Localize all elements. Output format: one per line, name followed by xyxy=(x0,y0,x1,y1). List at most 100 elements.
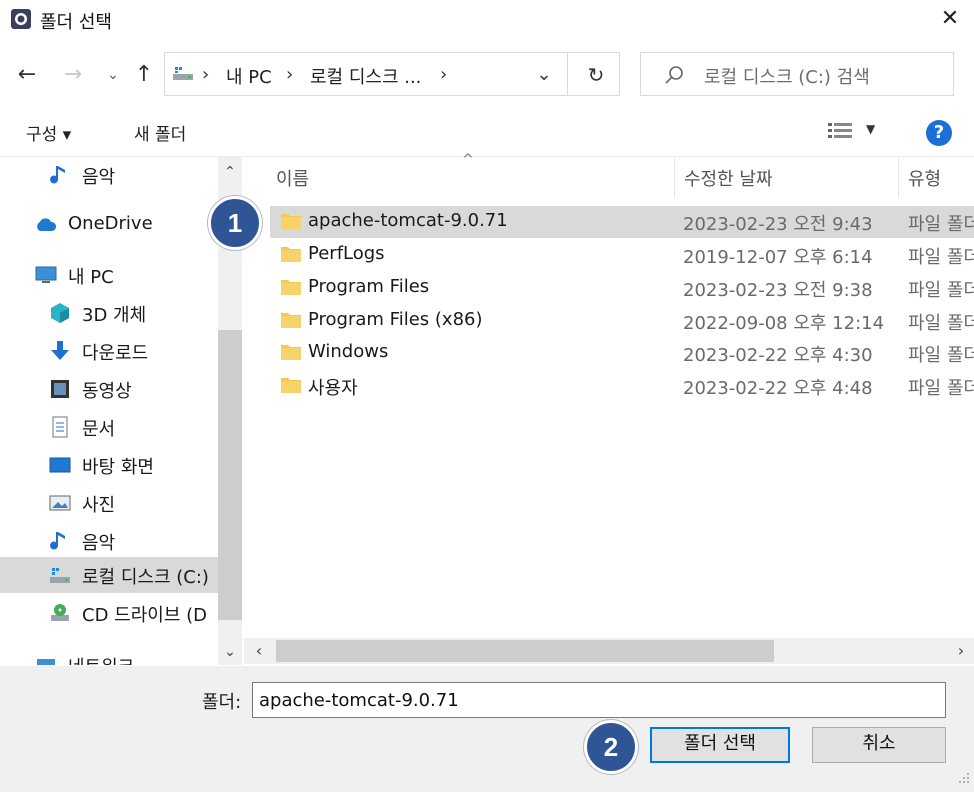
table-row[interactable]: Program Files (x86) 2022-09-08 오후 12:14 … xyxy=(270,305,974,337)
sidebar-item-label: 내 PC xyxy=(68,267,114,288)
file-type: 파일 폴더 xyxy=(908,280,974,301)
select-folder-button[interactable]: 폴더 선택 xyxy=(650,727,790,763)
file-type: 파일 폴더 xyxy=(908,378,974,399)
scroll-up-icon[interactable]: ⌃ xyxy=(218,160,242,184)
file-name: 사용자 xyxy=(308,378,358,399)
file-type: 파일 폴더 xyxy=(908,345,974,366)
folder-field-label: 폴더: xyxy=(202,692,242,713)
sidebar-item-label: 동영상 xyxy=(82,381,132,402)
view-options-icon[interactable] xyxy=(826,120,858,142)
sidebar-item-label: 로컬 디스크 (C:) xyxy=(82,567,209,588)
help-icon[interactable]: ? xyxy=(926,120,952,146)
column-header-date[interactable]: 수정한 날짜 xyxy=(684,165,773,191)
folder-icon xyxy=(281,313,301,328)
network-icon xyxy=(37,659,55,665)
folder-icon xyxy=(281,345,301,360)
sidebar-item-label: 음악 xyxy=(82,167,116,188)
back-arrow-icon[interactable]: ← xyxy=(14,60,40,90)
app-icon xyxy=(11,9,31,29)
sidebar-item-music[interactable]: 음악 xyxy=(0,157,218,193)
sidebar-item-network[interactable]: 네트워크 xyxy=(0,647,218,665)
breadcrumb-separator-icon: › xyxy=(202,64,210,85)
search-placeholder[interactable]: 로컬 디스크 (C:) 검색 xyxy=(704,63,870,89)
new-folder-button[interactable]: 새 폴더 xyxy=(134,120,186,145)
download-icon xyxy=(51,341,69,360)
sort-ascending-icon: ^ xyxy=(462,152,474,168)
folder-icon xyxy=(281,280,301,295)
scroll-down-icon[interactable]: ⌄ xyxy=(218,640,242,664)
music-icon xyxy=(50,166,65,184)
recent-locations-icon[interactable]: ⌄ xyxy=(100,60,126,90)
table-row[interactable]: 사용자 2023-02-22 오후 4:48 파일 폴더 xyxy=(270,370,974,402)
file-date: 2023-02-23 오전 9:38 xyxy=(683,280,873,301)
folder-icon xyxy=(281,214,301,229)
sidebar-item-label: 사진 xyxy=(82,495,116,516)
navigation-pane: 음악 OneDrive 내 PC 3D 개체 다운로드 동영상 문서 바탕 화면… xyxy=(0,157,218,665)
cd-drive-icon xyxy=(51,604,69,621)
sidebar-item-cd-drive[interactable]: CD 드라이브 (D xyxy=(0,595,218,631)
nav-scrollbar-thumb[interactable] xyxy=(218,330,242,620)
drive-icon xyxy=(50,568,70,583)
sidebar-item-label: 3D 개체 xyxy=(82,305,147,326)
sidebar-item-downloads[interactable]: 다운로드 xyxy=(0,333,218,369)
sidebar-item-videos[interactable]: 동영상 xyxy=(0,371,218,407)
video-icon xyxy=(51,380,69,398)
column-divider[interactable] xyxy=(674,158,675,198)
file-type: 파일 폴더 xyxy=(908,313,974,334)
folder-name-input[interactable] xyxy=(252,682,946,718)
sidebar-item-pictures[interactable]: 사진 xyxy=(0,485,218,521)
scroll-right-icon[interactable]: › xyxy=(950,640,972,662)
step-badge-2: 2 xyxy=(584,720,638,774)
sidebar-item-label: CD 드라이브 (D xyxy=(82,605,207,626)
refresh-icon[interactable]: ↻ xyxy=(584,62,608,88)
organize-menu-button[interactable]: 구성 ▾ xyxy=(26,120,71,145)
sidebar-item-documents[interactable]: 문서 xyxy=(0,409,218,445)
table-row[interactable]: PerfLogs 2019-12-07 오후 6:14 파일 폴더 xyxy=(270,239,974,271)
sidebar-item-this-pc[interactable]: 내 PC xyxy=(0,257,218,293)
resize-grip-icon[interactable] xyxy=(956,770,970,784)
sidebar-item-music-2[interactable]: 음악 xyxy=(0,523,218,559)
column-header-type[interactable]: 유형 xyxy=(908,165,941,191)
music-icon xyxy=(50,532,65,550)
forward-arrow-icon[interactable]: → xyxy=(60,60,86,90)
table-row[interactable]: apache-tomcat-9.0.71 2023-02-23 오전 9:43 … xyxy=(270,206,974,238)
breadcrumb-this-pc[interactable]: 내 PC xyxy=(226,63,272,89)
file-type: 파일 폴더 xyxy=(908,214,974,235)
sidebar-item-label: 네트워크 xyxy=(68,653,134,665)
cancel-button[interactable]: 취소 xyxy=(812,727,946,763)
window-title: 폴더 선택 xyxy=(40,12,112,33)
address-dropdown-icon[interactable]: ⌄ xyxy=(530,62,558,88)
close-icon[interactable]: ✕ xyxy=(936,6,964,32)
title-bar xyxy=(0,0,974,38)
view-dropdown-icon[interactable]: ▼ xyxy=(866,122,875,136)
search-icon xyxy=(665,66,683,84)
file-date: 2023-02-23 오전 9:43 xyxy=(683,214,873,235)
document-icon xyxy=(52,416,68,438)
step-badge-1: 1 xyxy=(208,196,262,250)
folder-icon xyxy=(281,247,301,262)
breadcrumb-local-disk[interactable]: 로컬 디스크 ... xyxy=(310,63,421,89)
breadcrumb-separator-icon[interactable]: › xyxy=(440,64,447,85)
file-name: apache-tomcat-9.0.71 xyxy=(308,210,508,231)
sidebar-item-onedrive[interactable]: OneDrive xyxy=(0,207,218,243)
file-date: 2023-02-22 오후 4:30 xyxy=(683,345,873,366)
sidebar-item-desktop[interactable]: 바탕 화면 xyxy=(0,447,218,483)
scroll-left-icon[interactable]: ‹ xyxy=(248,640,270,662)
up-arrow-icon[interactable]: ↑ xyxy=(131,60,157,90)
file-date: 2019-12-07 오후 6:14 xyxy=(683,247,873,268)
file-name: Windows xyxy=(308,341,389,362)
file-name: PerfLogs xyxy=(308,243,385,264)
sidebar-item-label: 다운로드 xyxy=(82,343,149,364)
column-divider[interactable] xyxy=(898,158,899,198)
sidebar-item-local-disk[interactable]: 로컬 디스크 (C:) xyxy=(0,557,218,593)
table-row[interactable]: Program Files 2023-02-23 오전 9:38 파일 폴더 xyxy=(270,272,974,304)
column-header-name[interactable]: 이름 xyxy=(276,165,309,191)
sidebar-item-label: 문서 xyxy=(82,419,116,440)
file-type: 파일 폴더 xyxy=(908,247,974,268)
computer-icon xyxy=(35,266,57,283)
sidebar-item-3d-objects[interactable]: 3D 개체 xyxy=(0,295,218,331)
sidebar-item-label: OneDrive xyxy=(68,213,153,234)
table-row[interactable]: Windows 2023-02-22 오후 4:30 파일 폴더 xyxy=(270,337,974,369)
file-date: 2023-02-22 오후 4:48 xyxy=(683,378,873,399)
horizontal-scrollbar-thumb[interactable] xyxy=(276,640,774,662)
